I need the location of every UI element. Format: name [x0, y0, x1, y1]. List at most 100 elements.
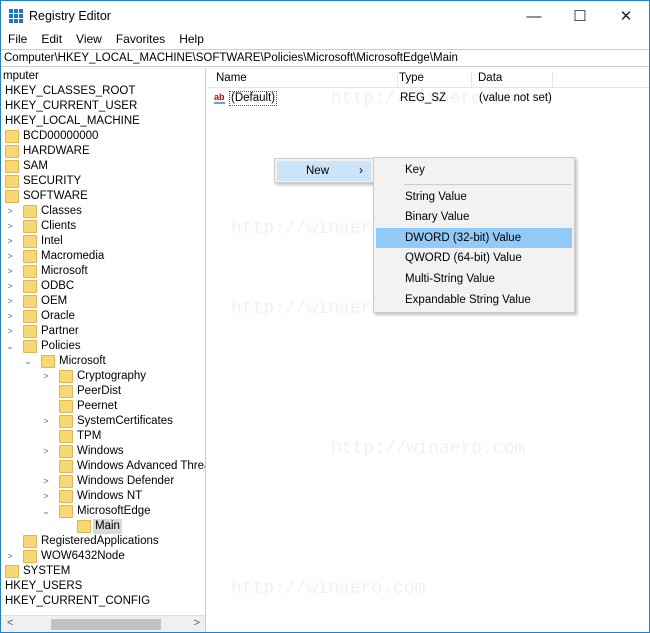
menu-edit[interactable]: Edit: [34, 31, 69, 49]
tree-item[interactable]: > Intel: [1, 234, 205, 249]
tree-item[interactable]: Main: [1, 519, 205, 534]
folder-icon: [23, 280, 37, 293]
menu-item-string-value[interactable]: String Value: [376, 187, 572, 207]
tree-item[interactable]: HARDWARE: [1, 144, 205, 159]
chevron-down-icon[interactable]: ⌄: [23, 354, 33, 369]
folder-icon: [59, 460, 73, 473]
tree-item[interactable]: > Microsoft: [1, 264, 205, 279]
column-name[interactable]: Name: [213, 72, 398, 88]
chevron-down-icon[interactable]: ⌄: [41, 504, 51, 519]
values-pane: Name Type Data ab (Default) REG_SZ (valu…: [208, 68, 649, 632]
menu-view[interactable]: View: [69, 31, 109, 49]
tree-item[interactable]: SYSTEM: [1, 564, 205, 579]
tree-item[interactable]: PeerDist: [1, 384, 205, 399]
tree-item-label: mputer: [3, 70, 39, 82]
tree-item-label: ODBC: [41, 280, 75, 292]
scroll-left-icon[interactable]: <: [7, 617, 13, 629]
scrollbar-thumb[interactable]: [51, 619, 161, 630]
menu-item-qword-value[interactable]: QWORD (64-bit) Value: [376, 248, 572, 268]
chevron-right-icon[interactable]: >: [5, 219, 15, 234]
chevron-down-icon[interactable]: ⌄: [5, 339, 15, 354]
chevron-right-icon[interactable]: >: [5, 549, 15, 564]
tree-item[interactable]: ⌄ MicrosoftEdge: [1, 504, 205, 519]
tree-item[interactable]: > Cryptography: [1, 369, 205, 384]
tree-item[interactable]: > Classes: [1, 204, 205, 219]
menu-help[interactable]: Help: [172, 31, 211, 49]
menu-bar: File Edit View Favorites Help: [1, 31, 211, 49]
tree-item-label: HARDWARE: [23, 145, 90, 157]
tree-item[interactable]: > Oracle: [1, 309, 205, 324]
menu-item-key[interactable]: Key: [376, 160, 572, 180]
column-data[interactable]: Data: [475, 72, 553, 88]
chevron-right-icon[interactable]: >: [5, 324, 15, 339]
chevron-right-icon[interactable]: >: [41, 414, 51, 429]
tree-item[interactable]: > OEM: [1, 294, 205, 309]
tree-item[interactable]: > Windows NT: [1, 489, 205, 504]
menu-item-binary-value[interactable]: Binary Value: [376, 207, 572, 227]
folder-icon: [5, 130, 19, 143]
title-bar: Registry Editor — ☐ ✕: [1, 1, 649, 31]
tree-item[interactable]: > Windows Defender: [1, 474, 205, 489]
tree-item[interactable]: BCD00000000: [1, 129, 205, 144]
chevron-right-icon[interactable]: >: [41, 444, 51, 459]
folder-icon: [23, 535, 37, 548]
tree-item[interactable]: > SystemCertificates: [1, 414, 205, 429]
chevron-right-icon[interactable]: >: [5, 279, 15, 294]
chevron-right-icon[interactable]: >: [5, 294, 15, 309]
folder-icon: [59, 445, 73, 458]
tree-item-label: MicrosoftEdge: [77, 505, 151, 517]
chevron-right-icon[interactable]: >: [41, 369, 51, 384]
tree-item[interactable]: ⌄ Policies: [1, 339, 205, 354]
tree-item[interactable]: mputer: [1, 69, 205, 84]
tree-item[interactable]: > Partner: [1, 324, 205, 339]
menu-item-multi-string-value[interactable]: Multi-String Value: [376, 269, 572, 289]
chevron-right-icon[interactable]: >: [5, 309, 15, 324]
tree-item[interactable]: ⌄ Microsoft: [1, 354, 205, 369]
value-row[interactable]: ab (Default) REG_SZ (value not set): [208, 90, 649, 107]
tree-item-label: HKEY_LOCAL_MACHINE: [5, 115, 140, 127]
tree-item[interactable]: RegisteredApplications: [1, 534, 205, 549]
tree-item[interactable]: SAM: [1, 159, 205, 174]
chevron-right-icon[interactable]: >: [5, 234, 15, 249]
maximize-button[interactable]: ☐: [557, 1, 603, 31]
tree-item-label: HKEY_CLASSES_ROOT: [5, 85, 136, 97]
tree-item[interactable]: > Clients: [1, 219, 205, 234]
chevron-right-icon[interactable]: >: [41, 489, 51, 504]
tree-item-label: Windows NT: [77, 490, 143, 502]
menu-file[interactable]: File: [1, 31, 34, 49]
scroll-right-icon[interactable]: >: [194, 617, 200, 629]
menu-favorites[interactable]: Favorites: [109, 31, 172, 49]
tree-item[interactable]: HKEY_USERS: [1, 579, 205, 594]
tree-item[interactable]: Peernet: [1, 399, 205, 414]
address-bar[interactable]: Computer\HKEY_LOCAL_MACHINE\SOFTWARE\Pol…: [1, 49, 649, 67]
menu-item-expandable-string-value[interactable]: Expandable String Value: [376, 290, 572, 310]
tree-item[interactable]: SOFTWARE: [1, 189, 205, 204]
tree-item-label: Microsoft: [59, 355, 106, 367]
tree-item[interactable]: HKEY_CURRENT_USER: [1, 99, 205, 114]
column-type[interactable]: Type: [396, 72, 472, 88]
chevron-right-icon[interactable]: >: [41, 474, 51, 489]
chevron-right-icon[interactable]: >: [5, 264, 15, 279]
tree-item[interactable]: > Macromedia: [1, 249, 205, 264]
tree-item[interactable]: > Windows: [1, 444, 205, 459]
tree-item[interactable]: HKEY_LOCAL_MACHINE: [1, 114, 205, 129]
chevron-right-icon[interactable]: >: [5, 204, 15, 219]
minimize-button[interactable]: —: [511, 1, 557, 31]
submenu-arrow-icon: ›: [359, 165, 363, 177]
tree-item[interactable]: HKEY_CURRENT_CONFIG: [1, 594, 205, 609]
chevron-right-icon[interactable]: >: [5, 249, 15, 264]
tree-item[interactable]: > WOW6432Node: [1, 549, 205, 564]
tree-item-label: Main: [93, 519, 122, 534]
tree-item[interactable]: TPM: [1, 429, 205, 444]
horizontal-scrollbar[interactable]: < >: [1, 615, 205, 632]
tree-item[interactable]: > ODBC: [1, 279, 205, 294]
menu-item-new[interactable]: New ›: [277, 161, 371, 181]
tree-item[interactable]: SECURITY: [1, 174, 205, 189]
folder-icon: [23, 220, 37, 233]
registry-editor-icon: [9, 9, 24, 23]
close-button[interactable]: ✕: [603, 1, 649, 31]
menu-item-dword-value[interactable]: DWORD (32-bit) Value: [376, 228, 572, 248]
tree-item[interactable]: Windows Advanced Threat: [1, 459, 205, 474]
tree-item[interactable]: HKEY_CLASSES_ROOT: [1, 84, 205, 99]
tree-item-label: Partner: [41, 325, 79, 337]
